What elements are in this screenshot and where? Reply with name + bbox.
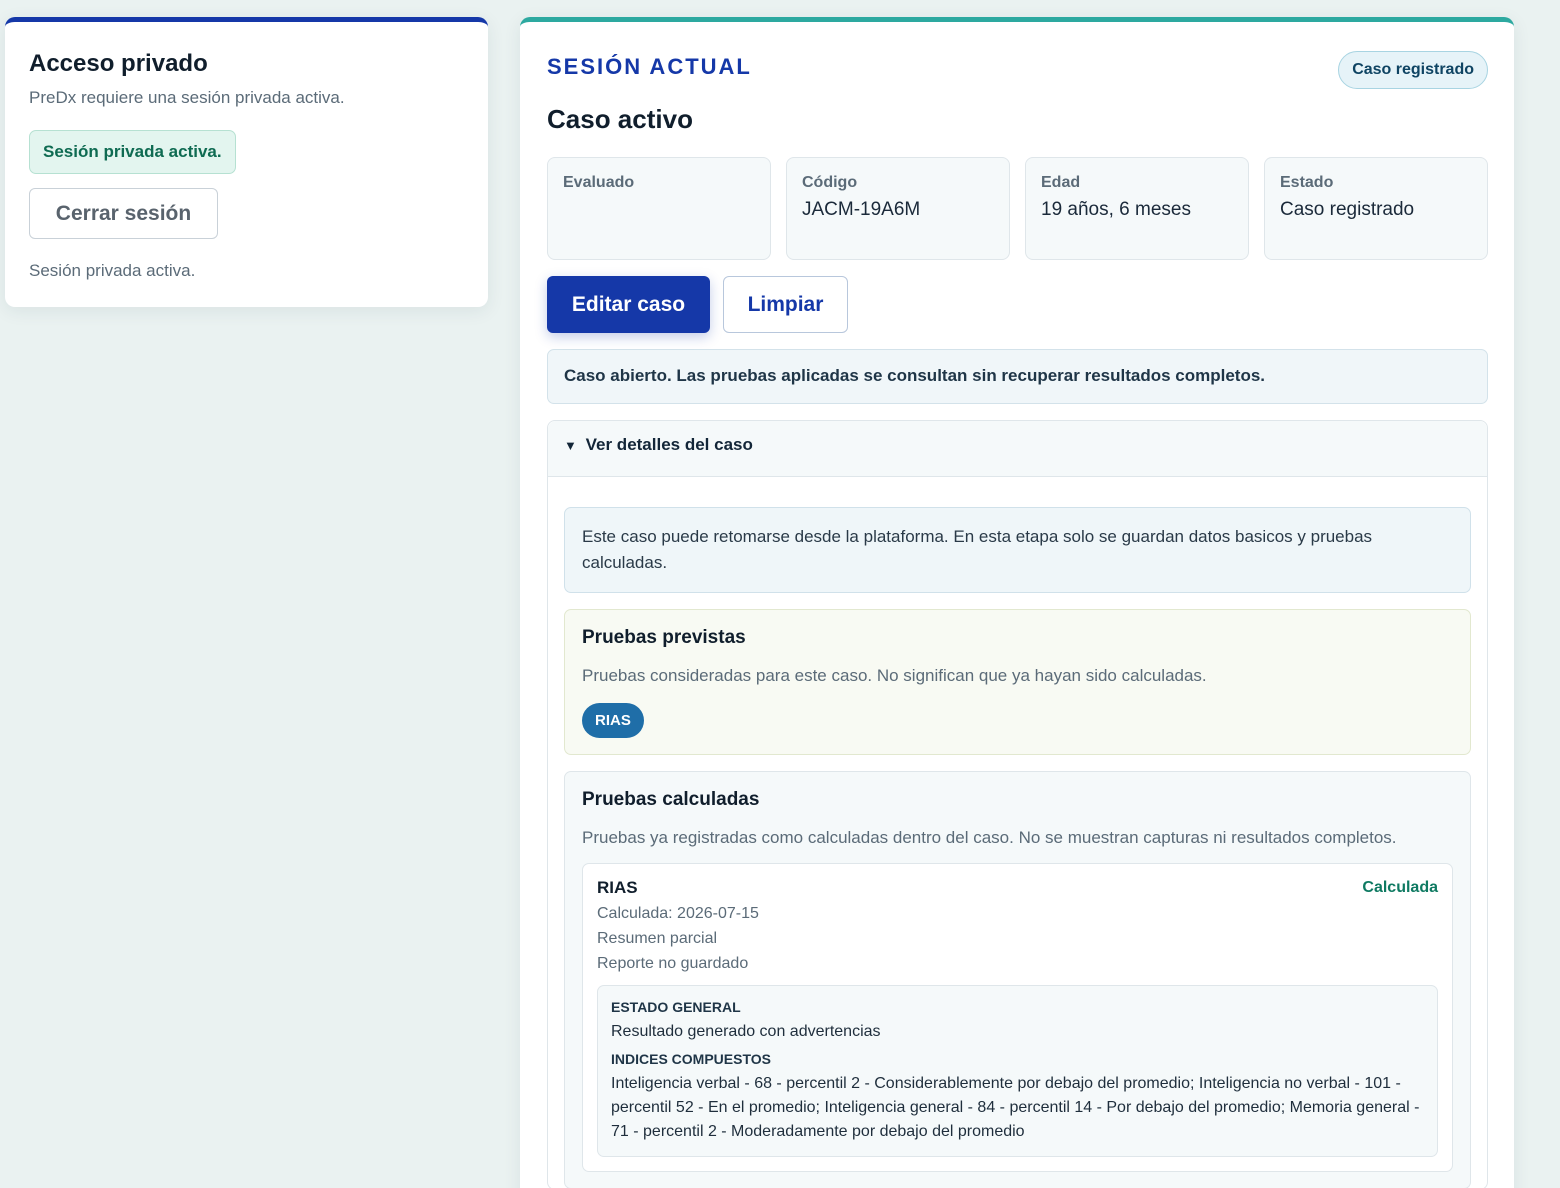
session-header: SESIÓN ACTUAL Caso registrado [547, 51, 1488, 94]
composite-indices-heading: INDICES COMPUESTOS [611, 1051, 771, 1067]
case-info-text: Este caso puede retomarse desde la plata… [564, 507, 1471, 593]
case-title: Caso activo [547, 104, 693, 134]
test-result-date: Calculada: 2026-07-15 [597, 905, 759, 922]
stat-codigo: Código JACM-19A6M [786, 157, 1010, 260]
stat-value: 19 años, 6 meses [1041, 199, 1191, 220]
clear-button[interactable]: Limpiar [723, 276, 848, 333]
edit-case-button[interactable]: Editar caso [547, 276, 710, 333]
stat-estado: Estado Caso registrado [1264, 157, 1488, 260]
calculated-tests-desc: Pruebas ya registradas como calculadas d… [582, 828, 1397, 847]
test-result-name: RIAS [597, 878, 638, 897]
stat-label: Código [802, 174, 858, 191]
test-result-report: Reporte no guardado [597, 955, 749, 972]
test-result-summary-type: Resumen parcial [597, 930, 718, 947]
private-access-card: Acceso privado PreDx requiere una sesión… [5, 17, 488, 307]
planned-tests-panel: Pruebas previstas Pruebas consideradas p… [564, 609, 1471, 755]
test-result-status: Calculada [1362, 879, 1438, 896]
test-result-summary: ESTADO GENERAL Resultado generado con ad… [597, 985, 1438, 1157]
general-status-heading: ESTADO GENERAL [611, 999, 741, 1015]
stat-value: JACM-19A6M [802, 199, 921, 220]
stat-label: Evaluado [563, 174, 635, 191]
session-status-text: Sesión privada activa. [29, 261, 196, 280]
calculated-tests-panel: Pruebas calculadas Pruebas ya registrada… [564, 771, 1471, 1188]
case-details-toggle[interactable]: ▼ Ver detalles del caso [548, 421, 1487, 477]
case-details-label: Ver detalles del caso [585, 435, 753, 454]
stat-label: Edad [1041, 174, 1081, 191]
planned-tests-desc: Pruebas consideradas para este caso. No … [582, 666, 1207, 685]
stat-value: Caso registrado [1280, 199, 1415, 220]
stat-evaluado: Evaluado [547, 157, 771, 260]
current-session-card: SESIÓN ACTUAL Caso registrado Caso activ… [520, 17, 1514, 1188]
case-actions: Editar caso Limpiar [547, 276, 1488, 333]
case-details-body: Este caso puede retomarse desde la plata… [548, 477, 1487, 1188]
access-title: Acceso privado [29, 50, 208, 77]
case-details: ▼ Ver detalles del caso Este caso puede … [547, 420, 1488, 1188]
case-status-badge: Caso registrado [1338, 51, 1488, 89]
triangle-down-icon: ▼ [564, 438, 577, 453]
case-open-notice: Caso abierto. Las pruebas aplicadas se c… [547, 349, 1488, 404]
stat-edad: Edad 19 años, 6 meses [1025, 157, 1249, 260]
session-active-badge: Sesión privada activa. [29, 130, 236, 174]
general-status-text: Resultado generado con advertencias [611, 1023, 881, 1040]
planned-tests-title: Pruebas previstas [582, 627, 746, 648]
logout-button[interactable]: Cerrar sesión [29, 188, 218, 239]
test-tag: RIAS [582, 703, 644, 738]
test-result-card: RIAS Calculada Calculada: 2026-07-15 Res… [582, 863, 1453, 1172]
access-subtitle: PreDx requiere una sesión privada activa… [29, 88, 345, 107]
stat-label: Estado [1280, 174, 1334, 191]
case-stats: Evaluado Código JACM-19A6M Edad 19 años,… [547, 157, 1488, 260]
composite-indices-text: Inteligencia verbal - 68 - percentil 2 -… [611, 1075, 1420, 1140]
calculated-tests-title: Pruebas calculadas [582, 789, 760, 810]
